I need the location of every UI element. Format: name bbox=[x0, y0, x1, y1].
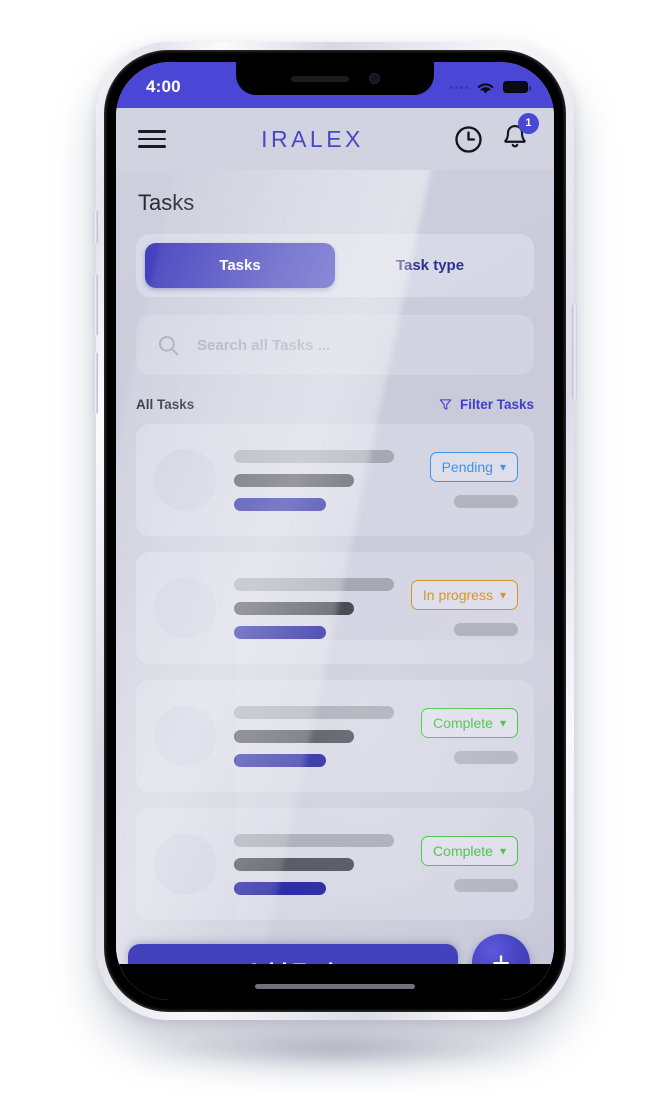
status-badge[interactable]: Pending ▾ bbox=[429, 452, 518, 482]
task-meta-placeholder bbox=[454, 751, 518, 764]
filter-tasks-label: Filter Tasks bbox=[459, 397, 534, 412]
phone-bezel: 4:00 IRALEX 1 Tasks Tasks Task type Sear… bbox=[104, 50, 566, 1012]
task-status-area: Complete ▾ bbox=[421, 708, 518, 764]
hamburger-menu-icon[interactable] bbox=[138, 125, 166, 153]
status-time: 4:00 bbox=[146, 77, 181, 96]
brand-logo: IRALEX bbox=[261, 125, 364, 152]
task-line-subtitle bbox=[234, 729, 354, 743]
avatar bbox=[154, 577, 216, 639]
all-tasks-label: All Tasks bbox=[136, 397, 195, 412]
front-camera bbox=[368, 73, 380, 84]
battery-icon bbox=[503, 81, 531, 93]
task-line-accent bbox=[234, 753, 326, 767]
task-status-area: Pending ▾ bbox=[429, 452, 518, 508]
task-line-accent bbox=[234, 881, 326, 895]
avatar bbox=[154, 833, 216, 895]
device-notch bbox=[236, 62, 434, 95]
avatar bbox=[154, 449, 216, 511]
notification-badge: 1 bbox=[517, 112, 539, 134]
status-indicators bbox=[450, 80, 531, 95]
search-input[interactable]: Search all Tasks ... bbox=[136, 315, 534, 375]
power-button[interactable] bbox=[572, 304, 577, 400]
notifications-button[interactable]: 1 bbox=[500, 112, 539, 157]
status-badge-label: Pending bbox=[441, 459, 493, 475]
earpiece-speaker bbox=[290, 75, 349, 82]
tab-tasks[interactable]: Tasks bbox=[145, 243, 335, 288]
task-meta-placeholder bbox=[454, 623, 518, 636]
home-bar-area bbox=[116, 964, 554, 1000]
status-badge[interactable]: Complete ▾ bbox=[421, 836, 518, 866]
chevron-down-icon: ▾ bbox=[499, 716, 506, 730]
tab-switcher: Tasks Task type bbox=[136, 234, 534, 297]
phone-screen: 4:00 IRALEX 1 Tasks Tasks Task type Sear… bbox=[116, 62, 554, 1000]
task-placeholder-lines bbox=[234, 705, 421, 767]
tab-task-type[interactable]: Task type bbox=[335, 243, 525, 288]
task-status-area: Complete ▾ bbox=[421, 836, 518, 892]
search-placeholder: Search all Tasks ... bbox=[197, 336, 331, 354]
task-line-accent bbox=[234, 497, 326, 511]
signal-dots-icon bbox=[450, 85, 468, 89]
task-row[interactable]: Complete ▾ bbox=[136, 808, 534, 920]
chevron-down-icon: ▾ bbox=[499, 588, 506, 602]
task-line-title bbox=[234, 705, 394, 719]
home-indicator[interactable] bbox=[255, 984, 415, 989]
status-badge-label: Complete bbox=[433, 715, 493, 731]
avatar bbox=[154, 705, 216, 767]
status-badge[interactable]: In progress ▾ bbox=[410, 580, 518, 610]
header-actions: 1 bbox=[453, 112, 539, 157]
clock-icon[interactable] bbox=[453, 124, 484, 155]
app-header: IRALEX 1 bbox=[116, 108, 554, 170]
task-line-subtitle bbox=[234, 601, 354, 615]
task-row[interactable]: In progress ▾ bbox=[136, 552, 534, 664]
task-line-title bbox=[234, 449, 394, 463]
task-line-subtitle bbox=[234, 857, 354, 871]
task-meta-placeholder bbox=[454, 495, 518, 508]
volume-down-button[interactable] bbox=[93, 352, 98, 414]
filter-tasks-button[interactable]: Filter Tasks bbox=[438, 397, 534, 412]
search-icon bbox=[158, 335, 179, 355]
filter-funnel-icon bbox=[439, 399, 452, 410]
wifi-icon bbox=[477, 82, 494, 93]
list-header: All Tasks Filter Tasks bbox=[136, 397, 534, 412]
task-list: Pending ▾ In progress ▾ Complete ▾ Compl… bbox=[136, 424, 534, 920]
status-badge[interactable]: Complete ▾ bbox=[421, 708, 518, 738]
volume-up-button[interactable] bbox=[93, 274, 98, 336]
page-content: Tasks Tasks Task type Search all Tasks .… bbox=[116, 170, 554, 1000]
task-placeholder-lines bbox=[234, 577, 411, 639]
task-line-accent bbox=[234, 625, 326, 639]
status-badge-label: Complete bbox=[433, 843, 493, 859]
chevron-down-icon: ▾ bbox=[499, 460, 506, 474]
task-row[interactable]: Complete ▾ bbox=[136, 680, 534, 792]
task-row[interactable]: Pending ▾ bbox=[136, 424, 534, 536]
task-line-title bbox=[234, 577, 394, 591]
task-placeholder-lines bbox=[234, 449, 430, 511]
task-placeholder-lines bbox=[234, 833, 421, 895]
silence-switch[interactable] bbox=[93, 210, 98, 244]
task-meta-placeholder bbox=[454, 879, 518, 892]
status-badge-label: In progress bbox=[422, 587, 493, 603]
task-line-subtitle bbox=[234, 473, 354, 487]
chevron-down-icon: ▾ bbox=[499, 844, 506, 858]
page-title: Tasks bbox=[138, 190, 195, 215]
device-contact-shadow bbox=[150, 1030, 520, 1068]
task-line-title bbox=[234, 833, 394, 847]
phone-device-frame: 4:00 IRALEX 1 Tasks Tasks Task type Sear… bbox=[93, 42, 577, 1020]
task-status-area: In progress ▾ bbox=[410, 580, 518, 636]
